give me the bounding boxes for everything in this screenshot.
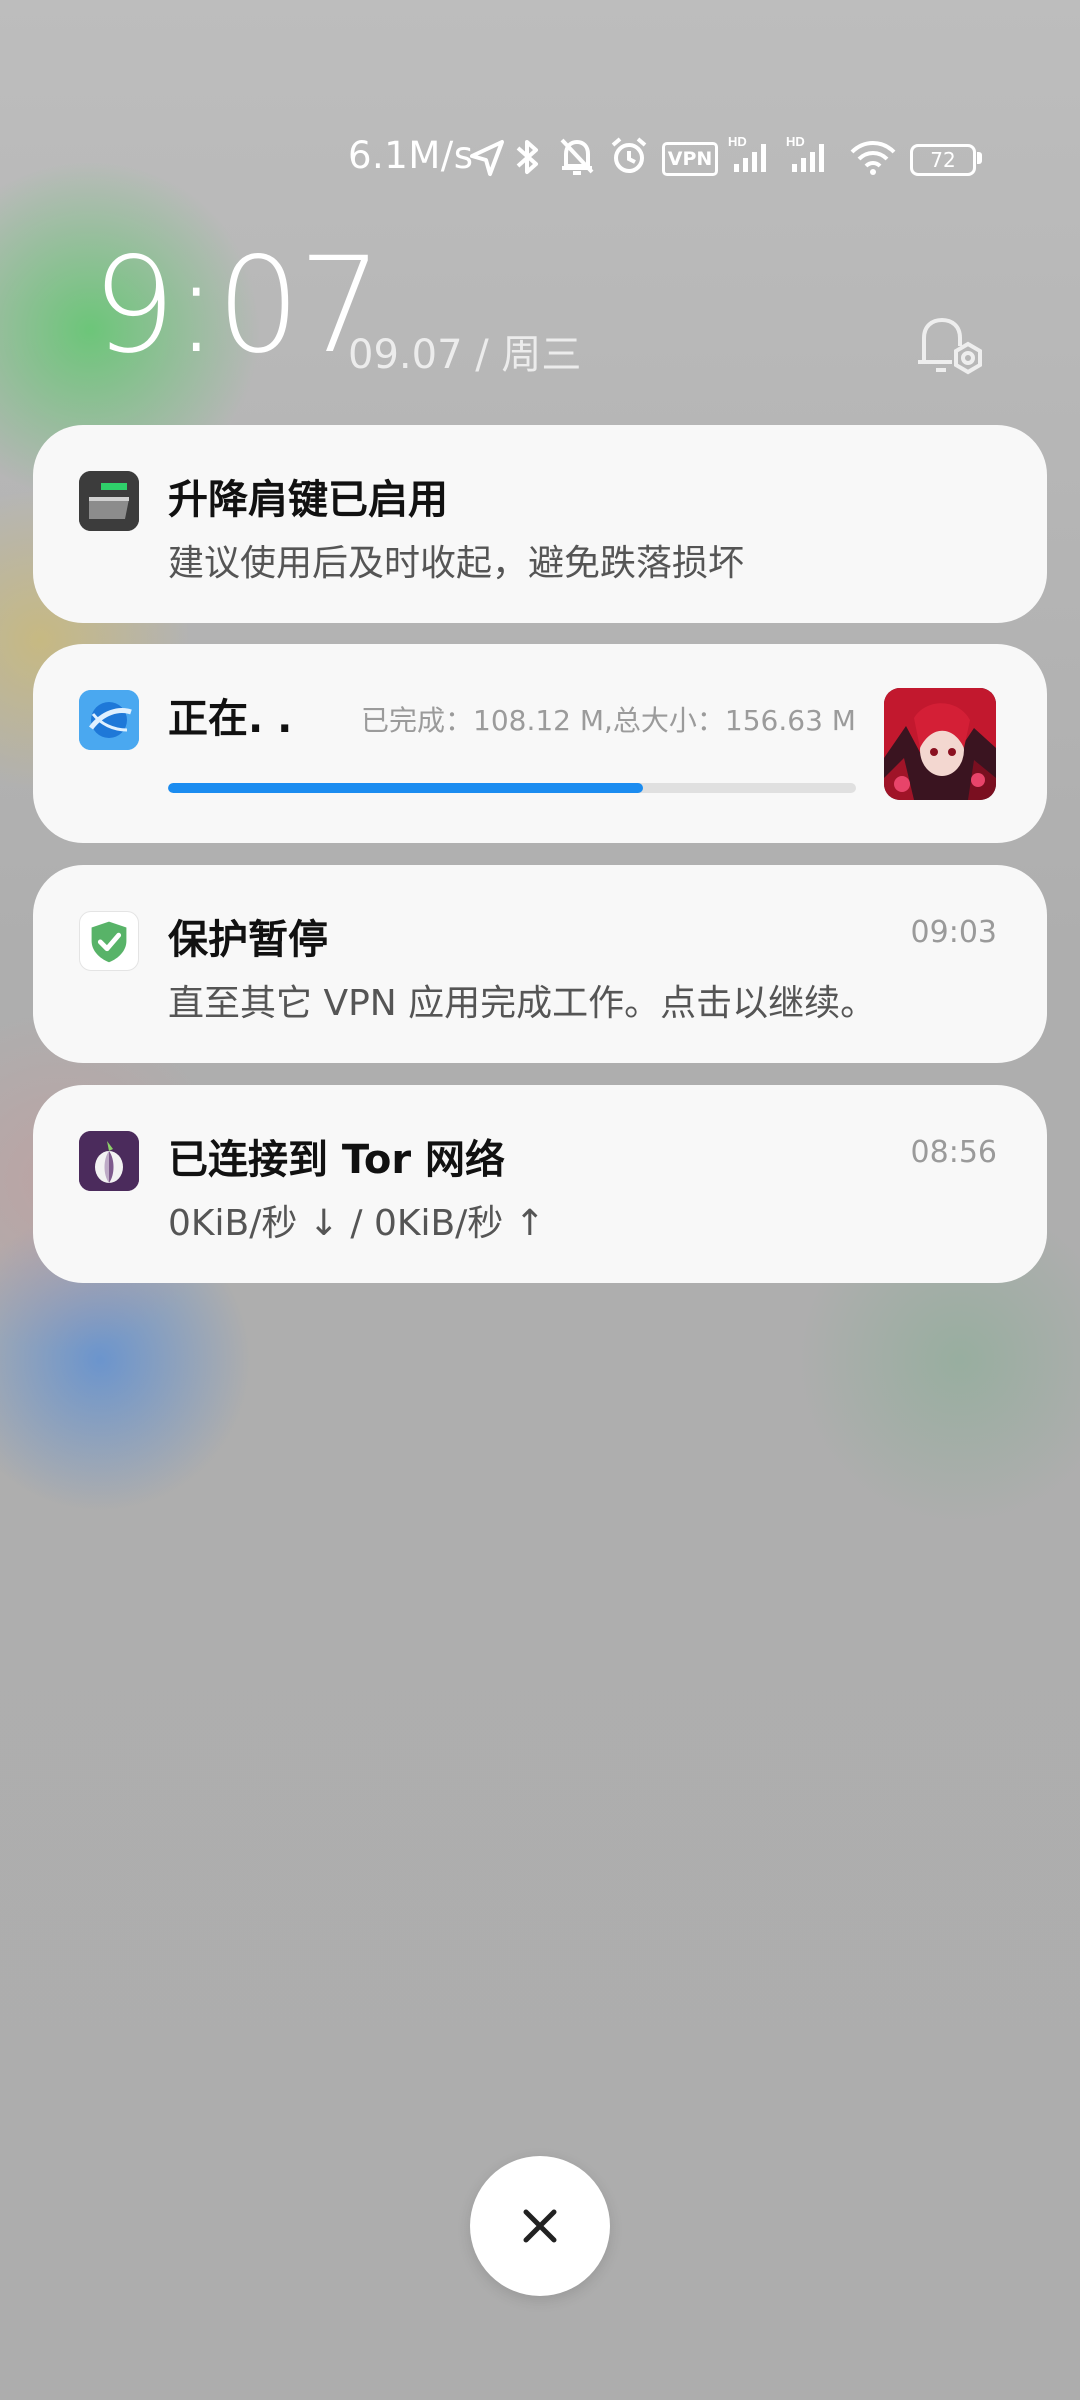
status-bar: 6.1M/s VPN HD HD 72 (0, 132, 1080, 184)
net-speed: 6.1M/s (348, 134, 474, 177)
notification-time: 09:03 (910, 915, 997, 950)
battery-icon: 72 (910, 144, 976, 176)
clear-all-button[interactable] (470, 2156, 610, 2296)
download-progress-text: 已完成：108.12 M,总大小：156.63 M (361, 704, 856, 737)
notification-text: 建议使用后及时收起，避免跌落损坏 (168, 543, 745, 584)
clock-time: 9:07 (92, 229, 382, 383)
battery-nub (977, 152, 982, 164)
notification-shoulder-keys[interactable]: 升降肩键已启用 建议使用后及时收起，避免跌落损坏 (33, 425, 1047, 623)
browser-download-icon (79, 690, 139, 750)
notification-download[interactable]: 正在. . 已完成：108.12 M,总大小：156.63 M (33, 644, 1047, 843)
wifi-icon (850, 141, 896, 175)
notification-title: 正在. . (168, 696, 293, 742)
notification-title: 升降肩键已启用 (168, 477, 448, 523)
signal-hd-icon: HD (786, 134, 824, 172)
bluetooth-icon (516, 140, 538, 174)
shield-check-icon (79, 911, 139, 971)
notification-title: 保护暂停 (168, 917, 328, 963)
notification-time: 08:56 (910, 1135, 997, 1170)
notification-text: 0KiB/秒 ↓ / 0KiB/秒 ↑ (168, 1203, 545, 1244)
svg-text:HD: HD (728, 134, 747, 149)
anime-character-thumbnail (884, 688, 996, 800)
clock-date: 09.07 / 周三 (348, 332, 582, 378)
notification-text: 直至其它 VPN 应用完成工作。点击以继续。 (168, 983, 877, 1024)
download-progress-bar (168, 783, 856, 793)
tor-onion-icon (79, 1131, 139, 1191)
notification-tor-connected[interactable]: 已连接到 Tor 网络 08:56 0KiB/秒 ↓ / 0KiB/秒 ↑ (33, 1085, 1047, 1283)
signal-hd-icon: HD (728, 134, 766, 172)
vpn-icon: VPN (662, 142, 718, 176)
alarm-icon (611, 137, 647, 173)
button-app-icon (79, 471, 139, 531)
notification-title: 已连接到 Tor 网络 (168, 1137, 506, 1183)
close-icon (523, 2209, 557, 2243)
notification-settings-icon[interactable] (916, 310, 992, 380)
location-icon (470, 140, 504, 176)
notification-protection-paused[interactable]: 保护暂停 09:03 直至其它 VPN 应用完成工作。点击以继续。 (33, 865, 1047, 1063)
bell-muted-icon (560, 138, 594, 175)
download-progress-fill (168, 783, 643, 793)
svg-text:HD: HD (786, 134, 805, 149)
